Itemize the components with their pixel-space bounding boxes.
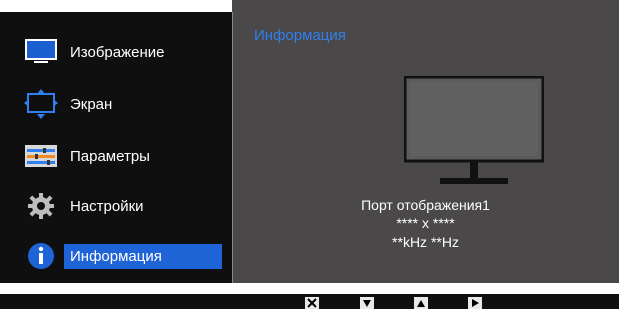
osd-menu: Изображение Экран Параметры Настройки Ин… <box>0 0 619 283</box>
menu-item-label: Параметры <box>70 147 150 165</box>
menu-item-label: Информация <box>64 243 222 269</box>
content-title: Информация <box>254 27 346 44</box>
frequency: **kHz **Hz <box>392 234 459 250</box>
menu-item-label: Настройки <box>70 197 144 215</box>
gear-icon <box>24 191 58 221</box>
close-icon[interactable] <box>305 297 319 309</box>
menu-item-settings[interactable]: Настройки <box>24 188 232 224</box>
monitor-icon <box>24 37 58 67</box>
menu-item-information[interactable]: Информация <box>24 238 232 274</box>
screen-resize-icon <box>24 89 58 119</box>
right-arrow-icon[interactable] <box>468 297 482 309</box>
settings-sliders-icon <box>24 141 58 171</box>
monitor-illustration <box>403 75 545 193</box>
menu-item-label: Изображение <box>70 43 165 61</box>
down-arrow-icon[interactable] <box>360 297 374 309</box>
content-panel-top <box>232 0 619 12</box>
up-arrow-icon[interactable] <box>414 297 428 309</box>
resolution: **** x **** <box>396 215 455 231</box>
menu-item-parameters[interactable]: Параметры <box>24 138 232 174</box>
menu-item-label: Экран <box>70 95 113 113</box>
sidebar-menu: Изображение Экран Параметры Настройки Ин… <box>0 12 232 283</box>
menu-item-picture[interactable]: Изображение <box>24 34 232 70</box>
display-port: Порт отображения1 <box>361 197 490 213</box>
info-icon <box>24 241 58 271</box>
menu-item-screen[interactable]: Экран <box>24 86 232 122</box>
